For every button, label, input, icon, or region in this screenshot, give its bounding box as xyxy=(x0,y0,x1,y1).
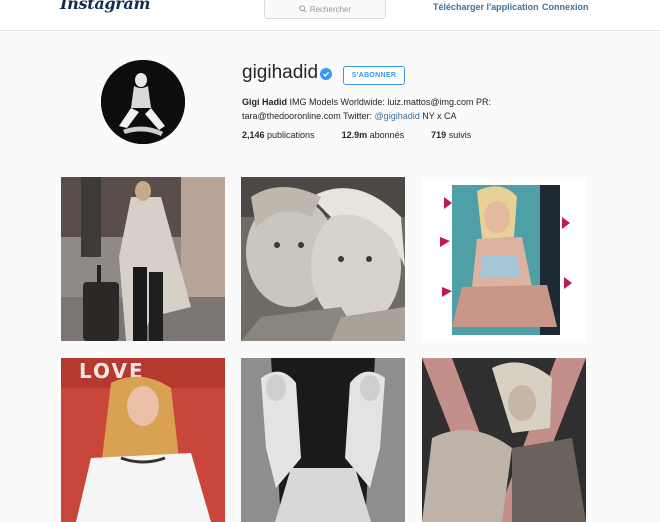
bio-text-tail: NY x CA xyxy=(419,111,457,121)
bio-name: Gigi Hadid xyxy=(242,97,287,107)
bio-text-line1: IMG Models Worldwide: luiz.mattos@img.co… xyxy=(287,97,492,107)
stat-following[interactable]: 719 suivis xyxy=(431,130,471,140)
stat-publications: 2,146 publications xyxy=(242,130,315,140)
stat-label: suivis xyxy=(446,130,472,140)
download-app-link[interactable]: Télécharger l'application xyxy=(433,2,539,12)
verified-badge-icon xyxy=(320,68,332,80)
profile-stats: 2,146 publications 12.9m abonnés 719 sui… xyxy=(242,130,498,140)
post-image xyxy=(241,358,405,522)
search-icon xyxy=(299,5,307,13)
post-image xyxy=(241,177,405,341)
stat-followers[interactable]: 12.9m abonnés xyxy=(342,130,405,140)
avatar-image xyxy=(101,60,185,144)
post-image xyxy=(422,177,586,341)
stat-label: abonnés xyxy=(367,130,405,140)
search-placeholder: Rechercher xyxy=(309,4,352,14)
stat-value: 719 xyxy=(431,130,447,140)
bio-twitter-handle[interactable]: @gigihadid xyxy=(375,111,420,121)
avatar[interactable] xyxy=(101,60,185,144)
instagram-logo[interactable]: Instagram xyxy=(60,0,150,13)
stat-value: 12.9m xyxy=(341,130,368,140)
follow-button[interactable]: S'ABONNER xyxy=(343,66,405,85)
profile-username: gigihadid xyxy=(242,62,319,83)
post-tile[interactable] xyxy=(61,177,225,341)
post-tile[interactable] xyxy=(241,358,405,522)
post-image xyxy=(422,358,586,522)
search-input[interactable]: Rechercher xyxy=(264,0,386,19)
post-image: LOVE xyxy=(61,358,225,522)
profile-bio: Gigi Hadid IMG Models Worldwide: luiz.ma… xyxy=(242,95,512,123)
post-tile[interactable]: LOVE xyxy=(61,358,225,522)
post-tile[interactable] xyxy=(422,177,586,341)
bio-text-line2: tara@thedooronline.com Twitter: xyxy=(242,111,375,121)
stat-label: publications xyxy=(264,130,315,140)
post-tile[interactable] xyxy=(241,177,405,341)
login-link[interactable]: Connexion xyxy=(542,2,589,12)
post-tile[interactable] xyxy=(422,358,586,522)
stat-value: 2,146 xyxy=(242,130,265,140)
top-navigation-bar: Instagram Rechercher Télécharger l'appli… xyxy=(0,0,660,31)
post-image xyxy=(61,177,225,341)
